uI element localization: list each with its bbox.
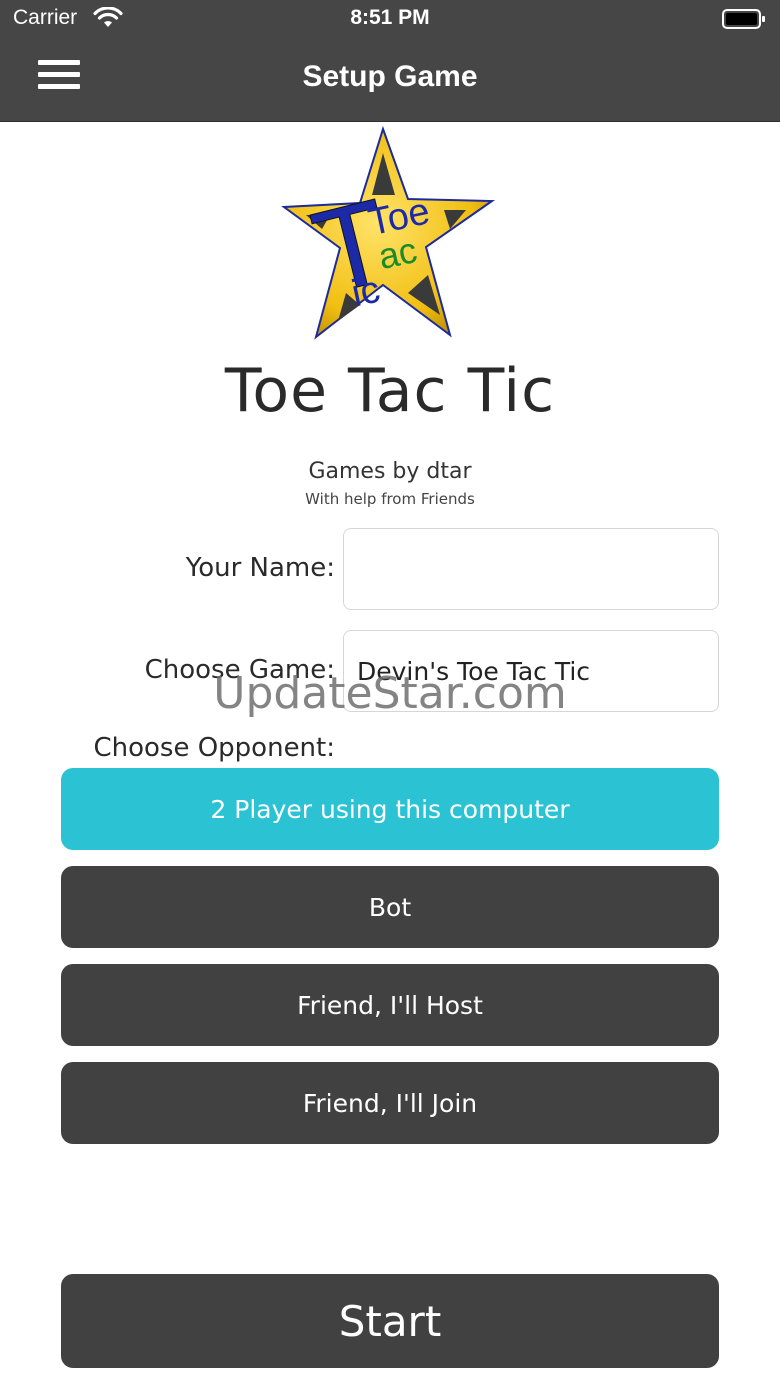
opponent-host-button[interactable]: Friend, I'll Host xyxy=(61,964,719,1046)
opponent-bot-button[interactable]: Bot xyxy=(61,866,719,948)
top-bar: Carrier 8:51 PM Setup Game xyxy=(0,0,780,122)
status-time: 8:51 PM xyxy=(350,6,430,29)
choose-opponent-label: Choose Opponent: xyxy=(93,733,335,763)
opponent-two-player-button[interactable]: 2 Player using this computer xyxy=(61,768,719,850)
battery-icon xyxy=(722,9,765,29)
choose-game-input[interactable] xyxy=(343,630,719,712)
start-button[interactable]: Start xyxy=(61,1274,719,1368)
app-logo: T Toe ac ic xyxy=(281,125,496,340)
page-title: Setup Game xyxy=(302,60,478,93)
opponent-join-button[interactable]: Friend, I'll Join xyxy=(61,1062,719,1144)
developer-label: Games by dtar xyxy=(308,459,472,484)
credits-label: With help from Friends xyxy=(305,490,475,508)
your-name-label: Your Name: xyxy=(185,553,335,583)
your-name-input[interactable] xyxy=(343,528,719,610)
app-title: Toe Tac Tic xyxy=(224,356,556,426)
choose-game-label: Choose Game: xyxy=(144,655,335,685)
